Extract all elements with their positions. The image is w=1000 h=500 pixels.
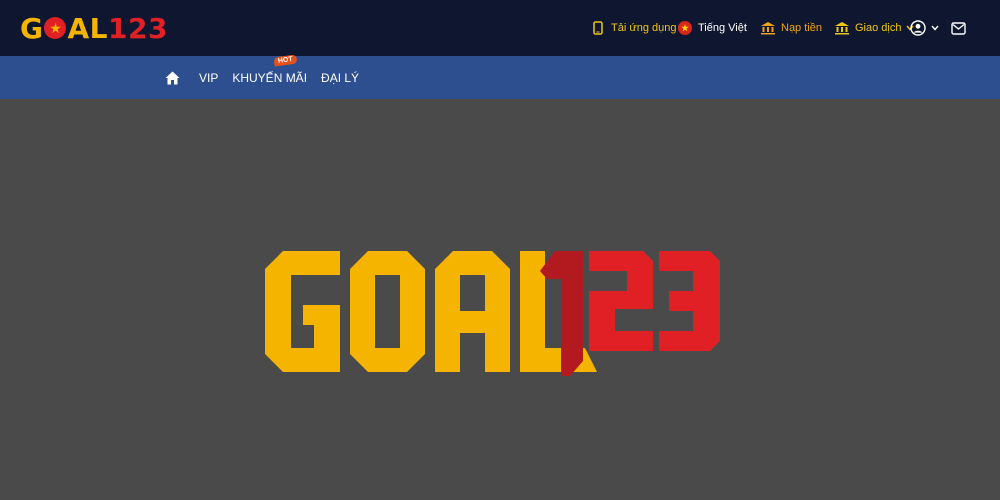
hot-badge: HOT	[273, 53, 298, 67]
transactions-menu[interactable]: Giao dịch	[834, 20, 915, 36]
language-label: Tiếng Việt	[698, 22, 747, 34]
mail-icon	[950, 20, 966, 36]
home-icon[interactable]	[165, 70, 181, 86]
ball-star-icon: ★	[44, 17, 67, 39]
logo-goal-text-rest: AL	[67, 11, 108, 45]
top-header: G ★ AL 123 Tải ứng dụng Tiếng Việt Nạp tiền	[0, 0, 1000, 56]
logo-goal-text: G	[20, 11, 44, 45]
main-navigation: VIP KHUYẾN MÃI HOT ĐẠI LÝ	[0, 53, 1000, 99]
hero-digit-2	[589, 251, 653, 351]
hero-digit-3	[659, 251, 720, 351]
user-icon	[910, 20, 926, 36]
vietnam-flag-icon	[677, 20, 693, 36]
hero-letter-a	[435, 251, 510, 372]
mail-button[interactable]	[950, 20, 966, 36]
main-content	[0, 99, 1000, 500]
download-app-label: Tải ứng dụng	[611, 22, 677, 34]
transactions-label: Giao dịch	[855, 22, 902, 34]
brand-logo[interactable]: G ★ AL 123	[20, 10, 168, 46]
nav-items: VIP KHUYẾN MÃI HOT ĐẠI LÝ	[165, 53, 373, 99]
user-menu[interactable]	[910, 20, 939, 36]
bank-icon	[834, 20, 850, 36]
nav-item-promotions[interactable]: KHUYẾN MÃI HOT	[232, 53, 308, 85]
nav-item-promotions-label: KHUYẾN MÃI	[232, 70, 308, 85]
nav-item-agency[interactable]: ĐẠI LÝ	[321, 71, 359, 85]
hero-letter-g	[265, 251, 340, 372]
nav-item-vip[interactable]: VIP	[199, 71, 218, 85]
phone-icon	[590, 20, 606, 36]
deposit-link[interactable]: Nạp tiền	[760, 20, 822, 36]
download-app-link[interactable]: Tải ứng dụng	[590, 20, 676, 36]
logo-number-text: 123	[108, 11, 168, 45]
language-selector[interactable]: Tiếng Việt	[677, 20, 747, 36]
hero-letter-o	[350, 251, 425, 372]
hero-brand-logo	[265, 251, 720, 376]
deposit-label: Nạp tiền	[781, 22, 822, 34]
chevron-down-icon	[931, 22, 939, 34]
bank-icon	[760, 20, 776, 36]
